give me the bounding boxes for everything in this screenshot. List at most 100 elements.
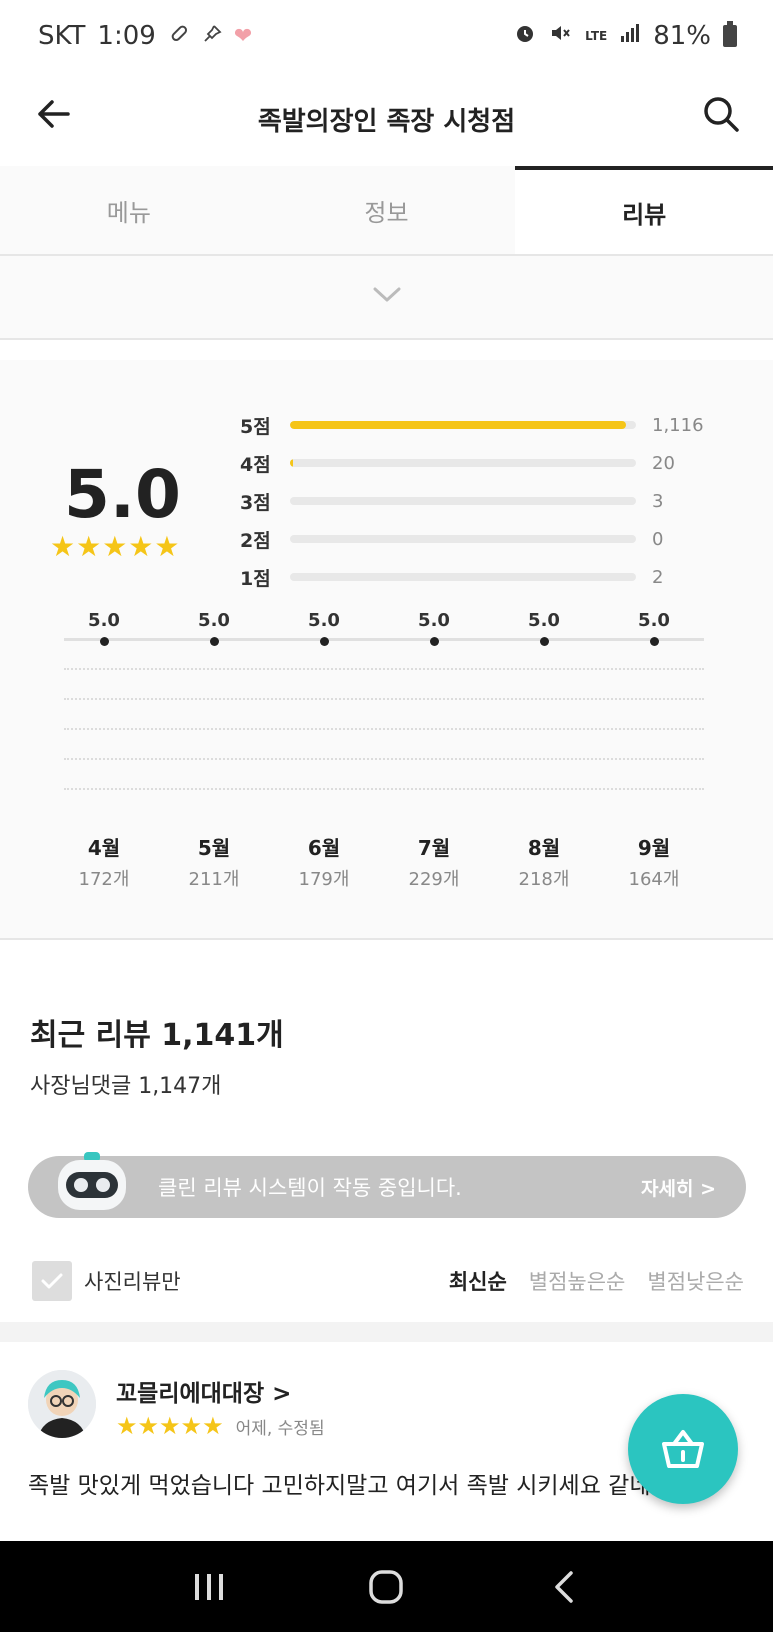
trend-month: 9월 <box>637 836 671 860</box>
tab-bar: 메뉴 정보 리뷰 <box>0 166 773 256</box>
avatar[interactable] <box>28 1370 96 1438</box>
reviews-title: 최근 리뷰 1,141개 <box>30 1018 284 1053</box>
photo-only-checkbox[interactable] <box>32 1261 72 1301</box>
reviewer-name[interactable]: 꼬믈리에대대장 > <box>116 1374 291 1408</box>
tab-reviews[interactable]: 리뷰 <box>515 166 773 254</box>
trend-point: 5.0 <box>614 610 694 646</box>
section-divider <box>0 1322 773 1342</box>
recent-apps-icon[interactable] <box>179 1557 239 1617</box>
trend-count: 172개 <box>78 869 130 890</box>
carrier: SKT <box>38 21 86 51</box>
back-icon[interactable] <box>534 1557 594 1617</box>
trend-rating: 5.0 <box>198 610 230 631</box>
trend-baseline <box>64 638 704 641</box>
rating-label: 4점 <box>240 453 271 476</box>
trend-rating: 5.0 <box>418 610 450 631</box>
monthly-trend: 5.0 5.0 5.0 5.0 5.0 5.0 4월 172개 5월 211개 … <box>64 610 704 930</box>
expand-toggle[interactable] <box>0 256 773 340</box>
trend-count: 211개 <box>188 869 240 890</box>
reviews-header: 최근 리뷰 1,141개 사장님댓글 1,147개 <box>30 1010 284 1100</box>
photo-only-toggle[interactable]: 사진리뷰만 <box>32 1261 181 1301</box>
rating-label: 1점 <box>240 567 271 590</box>
sort-options: 최신순 별점높은순 별점낮은순 <box>449 1266 744 1296</box>
trend-month: 4월 <box>87 836 121 860</box>
trend-dot <box>209 637 219 646</box>
trend-month-col: 6월 179개 <box>284 832 364 891</box>
rating-row-5: 5점 1,116 <box>240 410 720 440</box>
rating-count: 2 <box>652 566 664 588</box>
sort-rating-high[interactable]: 별점높은순 <box>529 1266 626 1296</box>
rating-label: 2점 <box>240 529 271 552</box>
trend-dot <box>539 637 549 646</box>
trend-count: 179개 <box>298 869 350 890</box>
trend-month: 8월 <box>527 836 561 860</box>
pin-icon <box>202 21 222 51</box>
trend-point: 5.0 <box>174 610 254 646</box>
mute-icon <box>549 21 573 52</box>
review-time: 어제, 수정됨 <box>235 1418 325 1439</box>
rating-count: 3 <box>652 490 664 512</box>
sort-latest[interactable]: 최신순 <box>449 1266 507 1296</box>
rating-summary: 5.0 ★★★★★ 5점 1,116 4점 20 3점 3 2점 0 1점 2 … <box>0 360 773 940</box>
clean-review-banner[interactable]: 클린 리뷰 시스템이 작동 중입니다. 자세히 > <box>28 1152 746 1218</box>
rating-row-1: 1점 2 <box>240 562 720 592</box>
rating-count: 20 <box>652 452 675 474</box>
trend-rating: 5.0 <box>528 610 560 631</box>
clock: 1:09 <box>97 21 156 51</box>
rating-bar <box>290 573 636 581</box>
grid-line <box>64 758 704 760</box>
rating-label: 5점 <box>240 415 271 438</box>
tab-info[interactable]: 정보 <box>257 166 516 254</box>
basket-icon <box>662 1430 704 1468</box>
battery-icon <box>723 21 737 47</box>
details-link[interactable]: 자세히 > <box>641 1174 716 1201</box>
trend-point: 5.0 <box>504 610 584 646</box>
average-stars: ★★★★★ <box>50 530 181 563</box>
rating-bar <box>290 459 636 467</box>
signal-icon <box>619 21 641 51</box>
grid-line <box>64 728 704 730</box>
rating-bar <box>290 421 636 429</box>
alarm-icon <box>513 21 537 52</box>
trend-point: 5.0 <box>64 610 144 646</box>
average-rating: 5.0 <box>64 456 181 533</box>
review-filter-row: 사진리뷰만 최신순 별점높은순 별점낮은순 <box>32 1258 744 1304</box>
battery-level: 81% <box>653 21 711 51</box>
trend-count: 164개 <box>628 869 680 890</box>
page-title: 족발의장인 족장 시청점 <box>257 106 516 137</box>
rating-label: 3점 <box>240 491 271 514</box>
rating-row-3: 3점 3 <box>240 486 720 516</box>
back-arrow-icon[interactable] <box>34 94 74 134</box>
trend-dot <box>429 637 439 646</box>
system-nav-bar <box>0 1541 773 1632</box>
trend-dot <box>319 637 329 646</box>
trend-month: 7월 <box>417 836 451 860</box>
sort-rating-low[interactable]: 별점낮은순 <box>647 1266 744 1296</box>
rating-row-4: 4점 20 <box>240 448 720 478</box>
trend-rating: 5.0 <box>308 610 340 631</box>
trend-count: 218개 <box>518 869 570 890</box>
search-icon[interactable] <box>699 92 743 136</box>
trend-month: 5월 <box>197 836 231 860</box>
trend-month-col: 4월 172개 <box>64 832 144 891</box>
trend-month-col: 5월 211개 <box>174 832 254 891</box>
rating-bar <box>290 535 636 543</box>
robot-icon <box>50 1150 134 1216</box>
trend-rating: 5.0 <box>88 610 120 631</box>
check-icon <box>41 1273 63 1289</box>
trend-month-col: 9월 164개 <box>614 832 694 891</box>
trend-month-col: 7월 229개 <box>394 832 474 891</box>
cart-button[interactable] <box>628 1394 738 1504</box>
trend-month: 6월 <box>307 836 341 860</box>
pill-icon <box>168 21 190 51</box>
trend-rating: 5.0 <box>638 610 670 631</box>
trend-point: 5.0 <box>284 610 364 646</box>
rating-bar-fill <box>290 459 294 467</box>
rating-count: 0 <box>652 528 664 550</box>
trend-point: 5.0 <box>394 610 474 646</box>
home-icon[interactable] <box>356 1557 416 1617</box>
trend-dot <box>99 637 109 646</box>
heart-icon: ❤ <box>233 23 253 49</box>
tab-menu[interactable]: 메뉴 <box>0 166 258 254</box>
rating-row-2: 2점 0 <box>240 524 720 554</box>
